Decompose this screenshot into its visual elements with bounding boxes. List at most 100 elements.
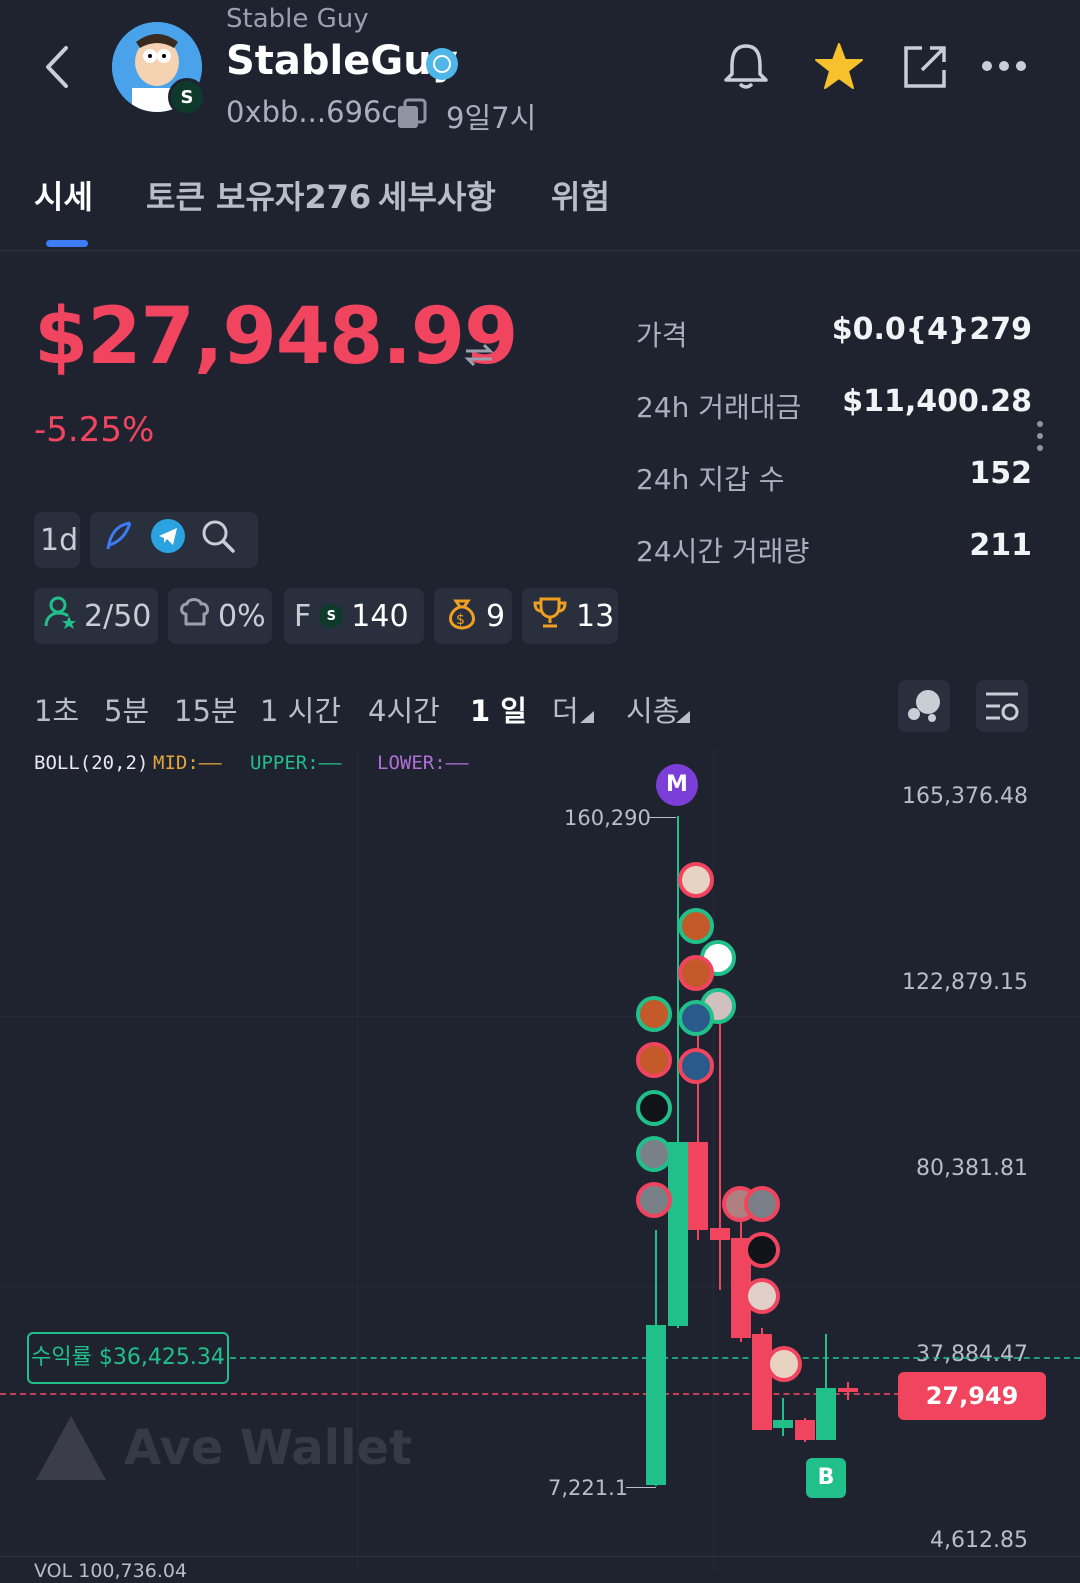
f-badge[interactable]: F S 140 — [284, 588, 424, 644]
tf-1d[interactable]: 1 일 — [470, 688, 527, 730]
grid-line — [713, 750, 714, 1570]
boll-lower: LOWER:—— — [377, 752, 469, 774]
boll-mid: MID:—— — [153, 752, 222, 774]
swap-arrows-icon[interactable] — [464, 342, 494, 368]
trader-avatar[interactable] — [678, 955, 714, 991]
stat-label-wallets: 24h 지갑 수 — [636, 463, 785, 496]
marker-m[interactable]: M — [656, 764, 698, 806]
stat-label-price: 가격 — [636, 319, 688, 352]
trader-avatar[interactable] — [766, 1346, 802, 1382]
trader-avatar[interactable] — [678, 908, 714, 944]
star-icon[interactable] — [812, 40, 866, 94]
holders-badge[interactable]: 2/50 — [34, 588, 158, 644]
bubbles-icon — [908, 690, 940, 722]
copy-icon[interactable] — [394, 96, 430, 132]
svg-text:$: $ — [456, 612, 465, 628]
share-icon[interactable] — [900, 42, 950, 92]
trophy-badge[interactable]: 13 — [522, 588, 618, 644]
tf-5m[interactable]: 5분 — [104, 688, 149, 730]
candle-up — [646, 1325, 666, 1485]
profit-label: 수익률 $36,425.34 — [27, 1332, 229, 1384]
low-label: 7,221.1 — [548, 1476, 629, 1500]
interval-chip[interactable]: 1d — [34, 512, 80, 568]
y-axis-label: 122,879.15 — [902, 970, 1028, 995]
current-price-tag: 27,949 — [898, 1372, 1046, 1420]
dev-value: 0% — [218, 598, 266, 634]
candle-up — [816, 1388, 836, 1440]
bag-value: 9 — [486, 598, 506, 634]
tf-more-caret-icon — [580, 708, 594, 727]
grid-line — [0, 1016, 1080, 1017]
bag-badge[interactable]: $ 9 — [434, 588, 512, 644]
y-axis-label: 80,381.81 — [916, 1156, 1028, 1181]
watermark-text: Ave Wallet — [124, 1420, 413, 1476]
trader-avatar[interactable] — [636, 1136, 672, 1172]
y-axis-label: 37,884.47 — [916, 1342, 1028, 1367]
trader-avatar[interactable] — [636, 1090, 672, 1126]
trader-avatar[interactable] — [636, 1182, 672, 1218]
chart-settings-button[interactable] — [976, 680, 1028, 732]
settings-sliders-icon — [986, 692, 1019, 721]
tf-1s[interactable]: 1초 — [34, 688, 79, 730]
candle-up — [773, 1420, 793, 1428]
stats-more-icon[interactable] — [1036, 420, 1044, 452]
feather-icon[interactable] — [102, 519, 136, 561]
high-leader — [648, 817, 676, 818]
money-bag-icon: $ — [444, 593, 480, 639]
social-links — [90, 512, 258, 568]
trader-avatar[interactable] — [678, 862, 714, 898]
bell-icon[interactable] — [720, 40, 772, 92]
trader-avatar[interactable] — [744, 1232, 780, 1268]
token-age: 9일7시 — [446, 101, 537, 135]
stat-value-price: $0.0{4}279 — [831, 312, 1032, 347]
tf-15m[interactable]: 15분 — [174, 688, 238, 730]
boll-upper: UPPER:—— — [250, 752, 342, 774]
tab-price[interactable]: 시세 — [34, 172, 93, 218]
stat-value-tx-count: 211 — [969, 528, 1032, 563]
tf-marketcap[interactable]: 시총 — [626, 688, 679, 730]
telegram-icon[interactable] — [150, 518, 186, 562]
tf-more[interactable]: 더 — [552, 688, 579, 730]
chef-hat-icon — [178, 596, 212, 636]
chain-badge-icon: S — [168, 78, 206, 116]
tf-1h[interactable]: 1 시간 — [260, 688, 341, 730]
watermark-logo — [34, 1414, 108, 1484]
stat-label-volume-usd: 24h 거래대금 — [636, 391, 802, 424]
trophy-icon — [532, 595, 568, 637]
more-icon[interactable] — [980, 58, 1030, 74]
trader-avatar[interactable] — [744, 1278, 780, 1314]
y-axis-label: 165,376.48 — [902, 784, 1028, 809]
marker-b[interactable]: B — [806, 1458, 846, 1498]
tf-4h[interactable]: 4시간 — [368, 688, 440, 730]
stat-label-tx-count: 24시간 거래량 — [636, 535, 810, 568]
dev-badge[interactable]: 0% — [168, 588, 272, 644]
boll-legend: BOLL(20,2) — [34, 752, 149, 774]
user-star-icon — [44, 594, 76, 638]
trader-avatar[interactable] — [636, 1042, 672, 1078]
back-button[interactable] — [40, 44, 74, 90]
token-subtitle: Stable Guy — [226, 4, 369, 34]
verified-icon — [426, 48, 458, 80]
search-icon[interactable] — [200, 518, 236, 562]
trader-avatar[interactable] — [636, 996, 672, 1032]
trader-avatar[interactable] — [744, 1186, 780, 1222]
trader-avatar[interactable] — [678, 1048, 714, 1084]
candle-down — [795, 1420, 815, 1440]
candle-down — [688, 1142, 708, 1230]
candle-wick — [719, 1020, 721, 1290]
tab-risk[interactable]: 위험 — [551, 172, 610, 218]
chain-token-icon: S — [319, 604, 344, 628]
candle-down — [838, 1388, 858, 1392]
chevron-left-icon — [46, 46, 68, 88]
holders-value: 2/50 — [84, 598, 152, 634]
candle-up — [668, 1142, 688, 1326]
active-tab-indicator — [46, 240, 88, 247]
low-leader — [626, 1487, 656, 1488]
tab-holders[interactable]: 토큰 보유자276 — [146, 172, 371, 218]
trader-avatar[interactable] — [678, 1000, 714, 1036]
candle-down — [710, 1228, 730, 1240]
indicator-dots-button[interactable] — [898, 680, 950, 732]
tab-details[interactable]: 세부사항 — [378, 172, 496, 218]
high-label: 160,290 — [564, 806, 651, 830]
f-value: 140 — [351, 598, 409, 634]
